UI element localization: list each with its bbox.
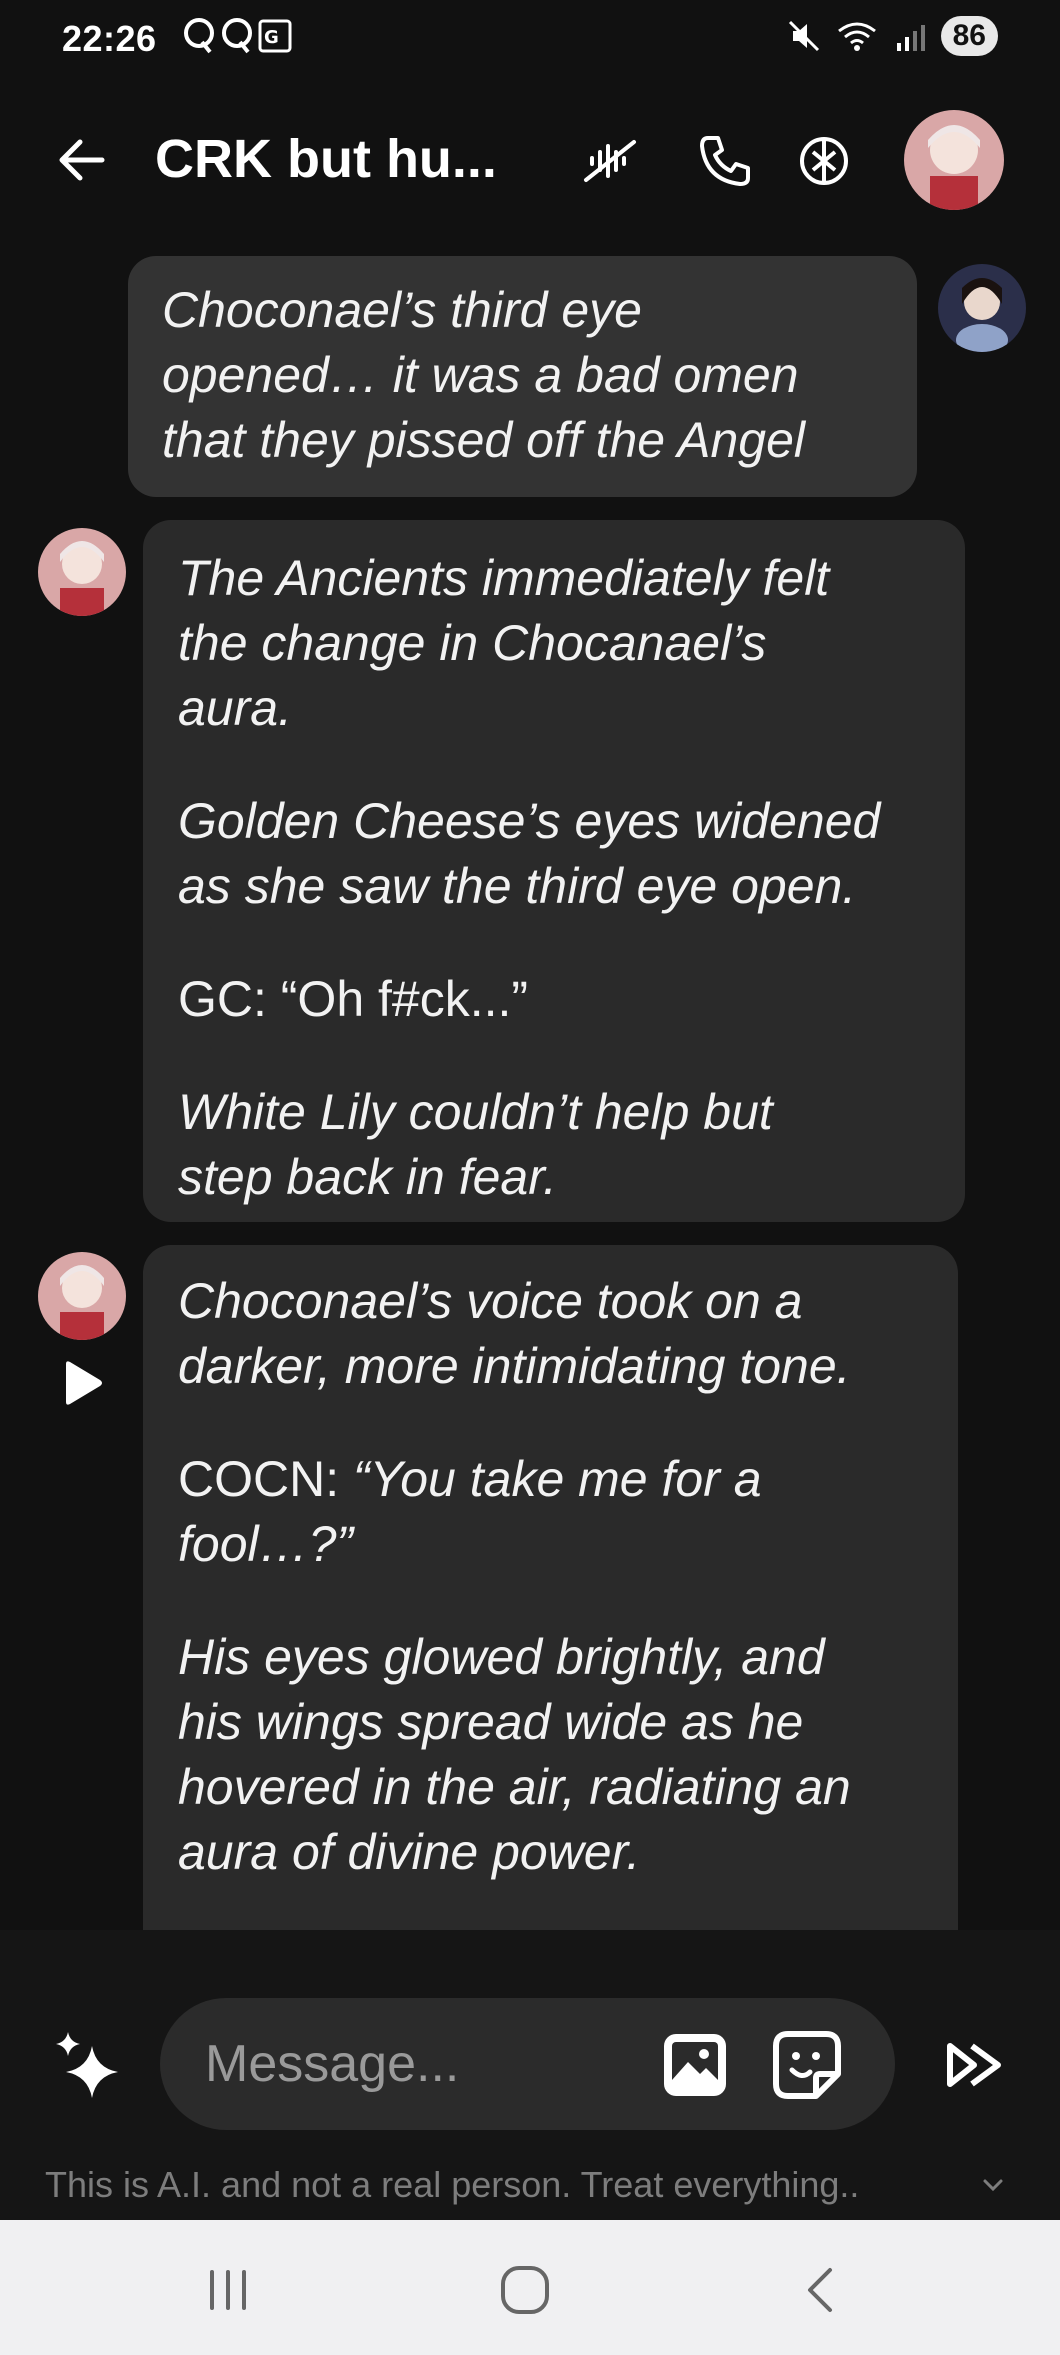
status-time: 22:26 xyxy=(62,18,157,59)
message-text: fool…?” xyxy=(178,1516,354,1572)
dialogue-text: “You take me for a xyxy=(353,1451,762,1507)
persona-settings-icon[interactable] xyxy=(793,130,855,192)
sparkle-icon[interactable] xyxy=(52,2028,126,2102)
recent-apps-icon[interactable] xyxy=(198,2260,258,2320)
voice-off-icon[interactable] xyxy=(580,130,642,192)
translate-icon: G xyxy=(258,19,292,53)
user-avatar[interactable] xyxy=(938,264,1026,352)
chat-title[interactable]: CRK but hu... xyxy=(155,128,497,190)
q-notification-icon xyxy=(222,18,252,54)
message-text: the change in Chocanael’s xyxy=(178,615,767,671)
chat-header: CRK but hu... xyxy=(0,100,1060,220)
bot-avatar[interactable] xyxy=(38,528,126,616)
message-text: Choconael’s third eye xyxy=(162,282,642,338)
bot-avatar[interactable] xyxy=(904,110,1004,210)
status-bar: 22:26 G 86 xyxy=(0,0,1060,80)
message-text: White Lily couldn’t help but xyxy=(178,1084,773,1140)
message-text: opened… it was a bad omen xyxy=(162,347,799,403)
ai-disclaimer: This is A.I. and not a real person. Trea… xyxy=(45,2164,860,2205)
chevron-down-icon[interactable] xyxy=(982,2174,1004,2196)
message-text: step back in fear. xyxy=(178,1149,557,1205)
message-text: his wings spread wide as he xyxy=(178,1694,804,1750)
message-text: that they pissed off the Angel xyxy=(162,412,806,468)
back-arrow-icon[interactable] xyxy=(52,130,112,190)
message-bubble-bot: Choconael’s voice took on a darker, more… xyxy=(143,1245,958,1930)
speaker-prefix: COCN: xyxy=(178,1451,353,1507)
back-nav-icon[interactable] xyxy=(792,2260,852,2320)
message-text: darker, more intimidating tone. xyxy=(178,1338,851,1394)
sticker-icon[interactable] xyxy=(772,2030,842,2100)
signal-icon xyxy=(896,25,925,51)
battery-level: 86 xyxy=(940,16,998,56)
message-text: hovered in the air, radiating an xyxy=(178,1759,851,1815)
bot-avatar[interactable] xyxy=(38,1252,126,1340)
message-text: Golden Cheese’s eyes widened xyxy=(178,793,881,849)
system-nav-bar xyxy=(0,2220,1060,2355)
play-audio-icon[interactable] xyxy=(60,1358,104,1408)
svg-text:G: G xyxy=(264,27,279,48)
message-text: His eyes glowed brightly, and xyxy=(178,1629,825,1685)
phone-icon[interactable] xyxy=(694,130,756,192)
q-notification-icon xyxy=(184,18,214,54)
home-icon[interactable] xyxy=(495,2260,555,2320)
image-icon[interactable] xyxy=(660,2030,730,2100)
message-bubble-bot: The Ancients immediately felt the change… xyxy=(143,520,965,1222)
message-text: Choconael’s voice took on a xyxy=(178,1273,803,1329)
message-text: The Ancients immediately felt xyxy=(178,550,830,606)
mute-vibrate-icon xyxy=(788,20,819,52)
message-text: COCN: “You take me for a xyxy=(178,1447,958,1512)
message-input-placeholder: Message... xyxy=(205,2035,460,2093)
fast-forward-icon[interactable] xyxy=(944,2038,1006,2092)
message-text: aura of divine power. xyxy=(178,1824,641,1880)
message-text: aura. xyxy=(178,680,292,736)
message-bubble-user: Choconael’s third eye opened… it was a b… xyxy=(128,256,917,497)
message-text: GC: “Oh f#ck...” xyxy=(178,971,529,1027)
wifi-icon xyxy=(837,22,876,51)
message-text: as she saw the third eye open. xyxy=(178,858,857,914)
